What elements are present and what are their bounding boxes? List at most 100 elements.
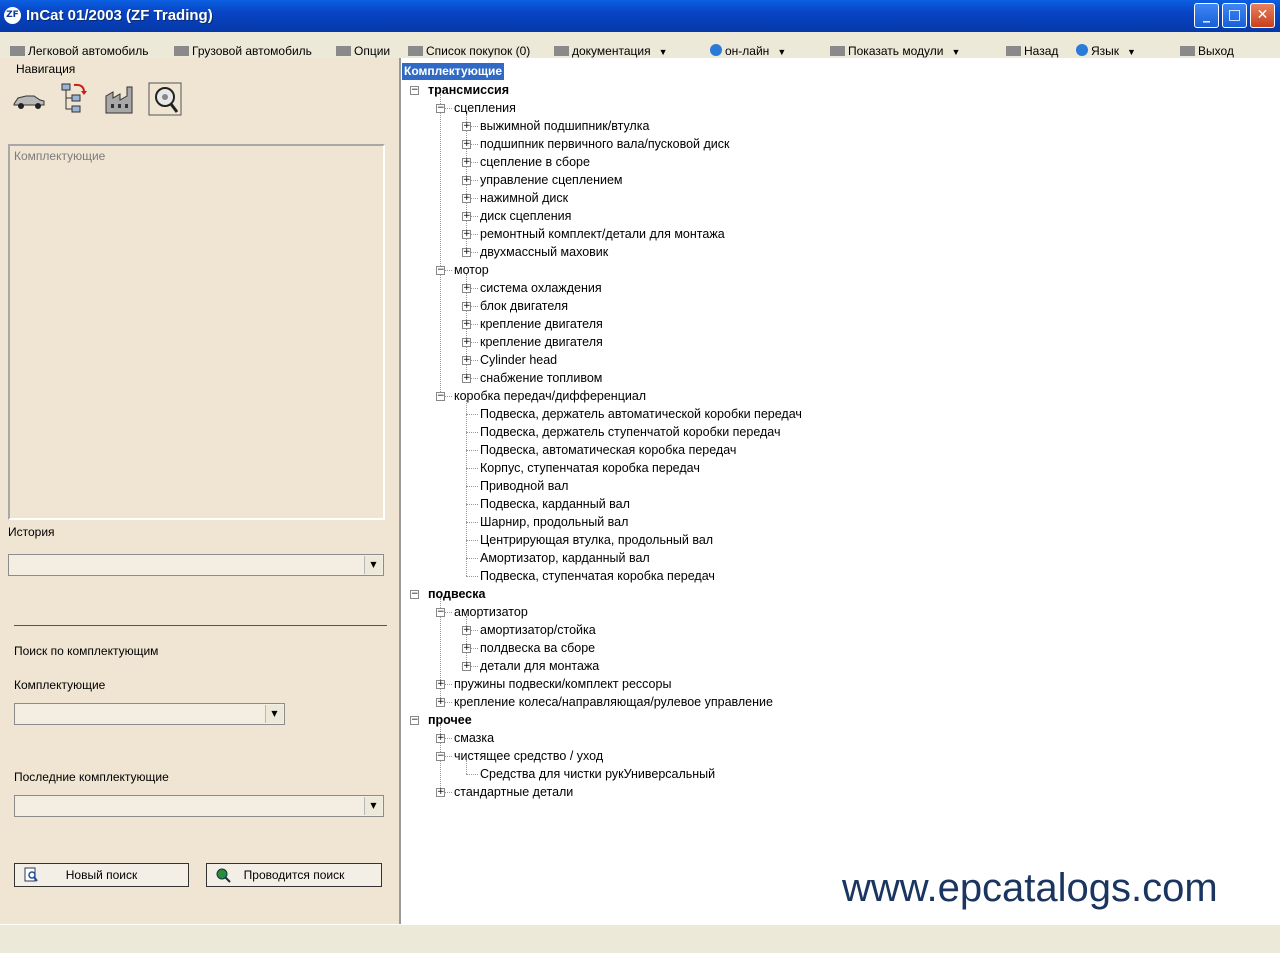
- expand-icon[interactable]: +: [462, 176, 471, 185]
- menu-item-5[interactable]: он-лайн ▼: [710, 43, 786, 58]
- tree-node[interactable]: пружины подвески/комплект рессоры: [454, 675, 671, 693]
- tree-node[interactable]: двухмассный маховик: [480, 243, 608, 261]
- tree-root-label[interactable]: Комплектующие: [402, 63, 505, 80]
- expand-icon[interactable]: +: [462, 212, 471, 221]
- chevron-down-icon[interactable]: ▼: [951, 44, 960, 58]
- tree-node[interactable]: ремонтный комплект/детали для монтажа: [480, 225, 725, 243]
- expand-icon[interactable]: +: [462, 374, 471, 383]
- expand-icon[interactable]: +: [462, 140, 471, 149]
- tree-structure-icon[interactable]: [58, 82, 92, 116]
- expand-icon[interactable]: +: [462, 230, 471, 239]
- tree-node[interactable]: стандартные детали: [454, 783, 573, 801]
- tree-node[interactable]: Подвеска, держатель автоматической короб…: [480, 405, 802, 423]
- expand-icon[interactable]: +: [462, 302, 471, 311]
- tree-node[interactable]: полдвеска ва сборе: [480, 639, 595, 657]
- tree-node[interactable]: управление сцеплением: [480, 171, 623, 189]
- recent-dropdown[interactable]: ▼: [14, 795, 384, 817]
- minimize-button[interactable]: _: [1194, 3, 1219, 28]
- tree-node[interactable]: Средства для чистки рукУниверсальный: [480, 765, 715, 783]
- tree-node[interactable]: выжимной подшипник/втулка: [480, 117, 649, 135]
- collapse-icon[interactable]: −: [436, 392, 445, 401]
- expand-icon[interactable]: +: [462, 356, 471, 365]
- tree-node[interactable]: подвеска: [428, 585, 485, 603]
- tree-node[interactable]: Cylinder head: [480, 351, 557, 369]
- tree-node[interactable]: Подвеска, держатель ступенчатой коробки …: [480, 423, 781, 441]
- expand-icon[interactable]: +: [436, 734, 445, 743]
- tree-node[interactable]: амортизатор/стойка: [480, 621, 596, 639]
- chevron-down-icon[interactable]: ▼: [777, 44, 786, 58]
- expand-icon[interactable]: +: [462, 320, 471, 329]
- expand-icon[interactable]: +: [436, 698, 445, 707]
- menu-item-9[interactable]: Выход: [1180, 43, 1234, 58]
- expand-icon[interactable]: +: [462, 626, 471, 635]
- tree-node[interactable]: коробка передач/дифференциал: [454, 387, 646, 405]
- expand-icon[interactable]: +: [462, 662, 471, 671]
- tree-node[interactable]: сцепление в сборе: [480, 153, 590, 171]
- tree-node[interactable]: сцепления: [454, 99, 516, 117]
- tree-node[interactable]: Амортизатор, карданный вал: [480, 549, 650, 567]
- menu-item-3[interactable]: Список покупок (0): [408, 43, 530, 58]
- tree-node[interactable]: подшипник первичного вала/пусковой диск: [480, 135, 729, 153]
- close-button[interactable]: ✕: [1250, 3, 1275, 28]
- tree-node[interactable]: блок двигателя: [480, 297, 568, 315]
- collapse-icon[interactable]: −: [436, 752, 445, 761]
- menu-item-7[interactable]: Назад: [1006, 43, 1058, 58]
- expand-icon[interactable]: +: [462, 644, 471, 653]
- magnifier-icon[interactable]: [148, 82, 182, 116]
- menu-item-1[interactable]: Грузовой автомобиль: [174, 43, 312, 58]
- collapse-icon[interactable]: −: [410, 86, 419, 95]
- tree-node[interactable]: система охлаждения: [480, 279, 602, 297]
- chevron-down-icon[interactable]: ▼: [1127, 44, 1136, 58]
- tree-node[interactable]: амортизатор: [454, 603, 528, 621]
- collapse-icon[interactable]: −: [410, 590, 419, 599]
- expand-icon[interactable]: +: [462, 194, 471, 203]
- tree-node[interactable]: смазка: [454, 729, 494, 747]
- components-dropdown[interactable]: ▼: [14, 703, 285, 725]
- tree-node[interactable]: Подвеска, карданный вал: [480, 495, 630, 513]
- tree-node[interactable]: диск сцепления: [480, 207, 571, 225]
- chevron-down-icon[interactable]: ▼: [265, 705, 283, 723]
- history-dropdown[interactable]: ▼: [8, 554, 384, 576]
- menu-item-0[interactable]: Легковой автомобиль: [10, 43, 149, 58]
- chevron-down-icon[interactable]: ▼: [364, 797, 382, 815]
- tree-node[interactable]: крепление колеса/направляющая/рулевое уп…: [454, 693, 773, 711]
- expand-icon[interactable]: +: [436, 788, 445, 797]
- run-search-button[interactable]: Проводится поиск: [206, 863, 382, 887]
- expand-icon[interactable]: +: [462, 284, 471, 293]
- menu-item-2[interactable]: Опции: [336, 43, 390, 58]
- tree-node[interactable]: крепление двигателя: [480, 333, 603, 351]
- tree-node[interactable]: детали для монтажа: [480, 657, 599, 675]
- tree-node[interactable]: нажимной диск: [480, 189, 568, 207]
- maximize-button[interactable]: □: [1222, 3, 1247, 28]
- tree-node[interactable]: крепление двигателя: [480, 315, 603, 333]
- tree-node[interactable]: прочее: [428, 711, 472, 729]
- tree-node[interactable]: снабжение топливом: [480, 369, 602, 387]
- expand-icon[interactable]: +: [462, 122, 471, 131]
- menu-item-4[interactable]: документация ▼: [554, 43, 668, 58]
- collapse-icon[interactable]: −: [436, 608, 445, 617]
- tree-node[interactable]: трансмиссия: [428, 81, 509, 99]
- chevron-down-icon[interactable]: ▼: [659, 44, 668, 58]
- expand-icon[interactable]: +: [436, 680, 445, 689]
- collapse-icon[interactable]: −: [436, 104, 445, 113]
- tree-node[interactable]: Центрирующая втулка, продольный вал: [480, 531, 713, 549]
- factory-icon[interactable]: [104, 82, 138, 116]
- new-search-button[interactable]: Новый поиск: [14, 863, 189, 887]
- chevron-down-icon[interactable]: ▼: [364, 556, 382, 574]
- menu-item-6[interactable]: Показать модули ▼: [830, 43, 960, 58]
- tree-node[interactable]: Подвеска, автоматическая коробка передач: [480, 441, 736, 459]
- components-box[interactable]: Комплектующие: [8, 144, 385, 520]
- tree-node[interactable]: чистящее средство / уход: [454, 747, 603, 765]
- collapse-icon[interactable]: −: [436, 266, 445, 275]
- menu-item-8[interactable]: Язык ▼: [1076, 43, 1136, 58]
- expand-icon[interactable]: +: [462, 248, 471, 257]
- tree-node[interactable]: Подвеска, ступенчатая коробка передач: [480, 567, 715, 585]
- tree-node[interactable]: Корпус, ступенчатая коробка передач: [480, 459, 700, 477]
- tree-node[interactable]: Приводной вал: [480, 477, 568, 495]
- expand-icon[interactable]: +: [462, 158, 471, 167]
- expand-icon[interactable]: +: [462, 338, 471, 347]
- tree-node[interactable]: Шарнир, продольный вал: [480, 513, 628, 531]
- collapse-icon[interactable]: −: [410, 716, 419, 725]
- tree-node[interactable]: мотор: [454, 261, 489, 279]
- car-icon[interactable]: [12, 82, 46, 116]
